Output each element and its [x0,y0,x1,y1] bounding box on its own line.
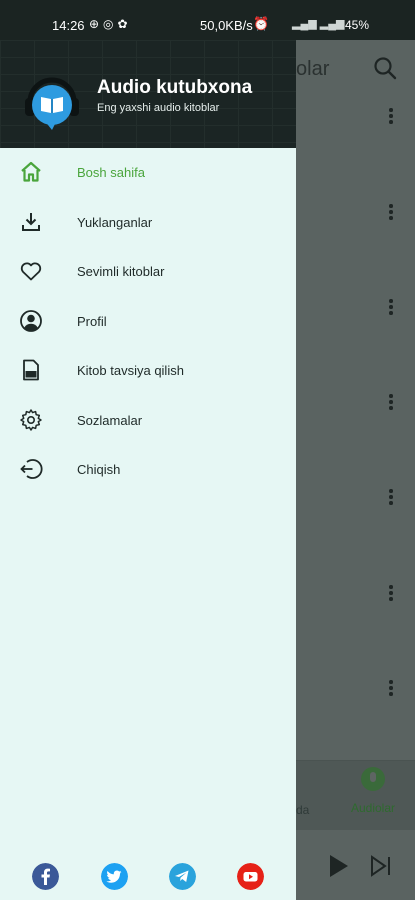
app-name: Audio kutubxona [97,77,253,98]
menu-item-logout[interactable]: Chiqish [0,445,296,495]
status-bar: 14:26 ⊕◎✿ 50,0KB/s ⏰ ▂▄▆ ▂▄▆ 45% [0,0,415,40]
background-screen: olar da Audiolar [296,40,415,900]
signal-icon: ▂▄▆ ▂▄▆ [292,18,345,30]
menu-item-label: Yuklanganlar [77,214,153,230]
mini-player [296,830,415,900]
menu-item-downloads[interactable]: Yuklanganlar [0,198,296,248]
menu-item-label: Profil [77,313,107,329]
battery-level: 45 [345,18,359,32]
more-icon[interactable] [388,585,394,603]
menu-item-label: Sevimli kitoblar [77,264,165,279]
battery-indicator: 45% [345,18,370,32]
bottom-nav-audio-label: Audiolar [350,801,396,815]
bottom-navigation: da Audiolar [296,760,415,830]
menu-item-favorites[interactable]: Sevimli kitoblar [0,247,296,297]
more-icon[interactable] [388,204,394,222]
recommend-book-icon [23,359,39,381]
menu-item-recommend-book[interactable]: Kitob tavsiya qilish [0,346,296,396]
status-notification-icons: ⊕◎✿ [89,17,132,31]
background-title: olar [296,58,330,80]
menu-item-label: Kitob tavsiya qilish [77,363,184,378]
more-icon[interactable] [388,489,394,507]
navigation-drawer: Audio kutubxona Eng yaxshi audio kitobla… [0,40,296,900]
background-header: olar [296,40,415,96]
telegram-icon[interactable] [169,863,196,890]
menu-item-label: Sozlamalar [77,412,143,428]
drawer-menu: Bosh sahifa Yuklanganlar Sevimli kitobla… [0,148,296,495]
home-icon [21,161,41,182]
play-icon[interactable] [328,854,350,878]
microphone-icon [361,767,385,791]
bottom-nav-item-partial[interactable]: da [296,803,309,817]
profile-icon [20,309,42,332]
status-time: 14:26 [52,18,85,33]
app-subtitle: Eng yaxshi audio kitoblar [97,102,220,114]
facebook-icon[interactable] [32,863,59,890]
settings-icon [20,408,42,431]
alarm-icon: ⏰ [253,16,270,31]
app-logo-headphones-book-icon [25,77,79,130]
more-icon[interactable] [388,394,394,412]
menu-item-profile[interactable]: Profil [0,297,296,347]
drawer-header: Audio kutubxona Eng yaxshi audio kitobla… [0,40,296,148]
menu-item-settings[interactable]: Sozlamalar [0,396,296,446]
logout-icon [20,459,43,479]
status-network-speed: 50,0KB/s [200,18,253,33]
more-icon[interactable] [388,680,394,698]
more-icon[interactable] [388,108,394,126]
bottom-nav-item-audio[interactable]: Audiolar [346,767,400,815]
skip-next-icon[interactable] [370,855,392,877]
heart-icon [20,262,42,281]
youtube-icon[interactable] [237,863,264,890]
search-icon[interactable] [373,56,397,80]
menu-item-home[interactable]: Bosh sahifa [0,148,296,198]
more-icon[interactable] [388,299,394,317]
twitter-icon[interactable] [101,863,128,890]
download-icon [22,212,40,231]
social-links [0,860,296,894]
menu-item-label: Chiqish [77,462,121,477]
menu-item-label: Bosh sahifa [77,165,145,180]
